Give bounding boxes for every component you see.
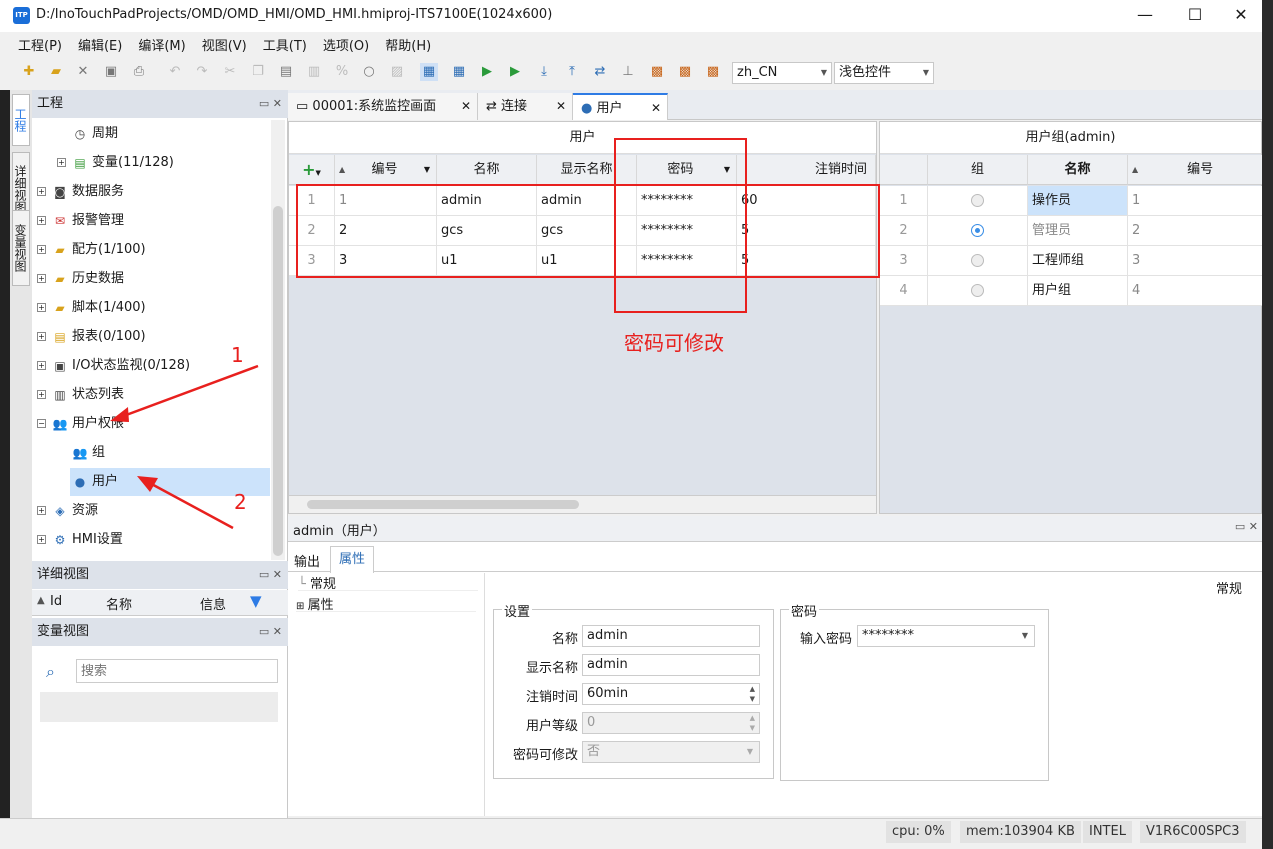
- tab-properties[interactable]: 属性: [330, 546, 375, 573]
- spinner-icon[interactable]: ▲ ▼: [750, 713, 755, 733]
- label-name: 名称: [551, 632, 578, 647]
- main-window: ITP D:/InoTouchPadProjects/OMD/OMD_HMI/O…: [0, 0, 1262, 849]
- tab-output[interactable]: 输出: [294, 551, 320, 570]
- properties-tabs: 输出 属性: [288, 546, 1262, 573]
- arrow-2-line: [145, 479, 234, 530]
- arrow-2-head: [137, 476, 158, 492]
- version-status: V1R6C00SPC3: [1140, 821, 1246, 843]
- arrow-1-head: [110, 407, 129, 422]
- label-enter-password: 输入密码: [799, 632, 852, 647]
- status-bar: cpu: 0% mem:103904 KB INTEL V1R6C00SPC3: [0, 818, 1262, 849]
- cpu-status: cpu: 0%: [886, 821, 951, 843]
- chevron-down-icon: ▼: [746, 747, 753, 756]
- properties-tree: └ 常规 ⊞ 属性: [288, 573, 485, 816]
- properties-title: admin（用户）: [293, 524, 386, 539]
- password-input[interactable]: ******** ▼: [857, 625, 1035, 647]
- tree-item-general[interactable]: └ 常规: [298, 573, 478, 592]
- settings-group-title: 设置: [502, 601, 533, 620]
- section-title: 常规: [1215, 582, 1242, 597]
- panel-pin-close-icon[interactable]: ▭ ✕: [1235, 520, 1258, 533]
- label-display-name: 显示名称: [525, 661, 578, 676]
- cpu-type-status: INTEL: [1083, 821, 1132, 843]
- label-logout-time: 注销时间: [525, 690, 578, 705]
- memory-status: mem:103904 KB: [960, 821, 1081, 843]
- password-editable-select[interactable]: 否 ▼: [582, 741, 760, 763]
- name-field[interactable]: admin: [582, 625, 760, 647]
- spinner-icon[interactable]: ▲ ▼: [750, 684, 755, 704]
- display-name-field[interactable]: admin: [582, 654, 760, 676]
- password-group-title: 密码: [789, 601, 820, 620]
- chevron-down-icon: ▼: [1021, 631, 1028, 640]
- arrow-1-line: [117, 364, 259, 420]
- properties-header: admin（用户） ▭ ✕: [288, 516, 1262, 542]
- user-level-spinner[interactable]: 0 ▲ ▼: [582, 712, 760, 734]
- tree-item-attributes[interactable]: ⊞ 属性: [296, 594, 476, 613]
- properties-panel: admin（用户） ▭ ✕ 输出 属性 └ 常规 ⊞ 属性 常规 设置 名称 a…: [288, 516, 1262, 816]
- label-user-level: 用户等级: [525, 719, 578, 734]
- label-password-editable: 密码可修改: [512, 748, 578, 763]
- logout-time-spinner[interactable]: 60min ▲ ▼: [582, 683, 760, 705]
- background-strip: [1262, 0, 1273, 849]
